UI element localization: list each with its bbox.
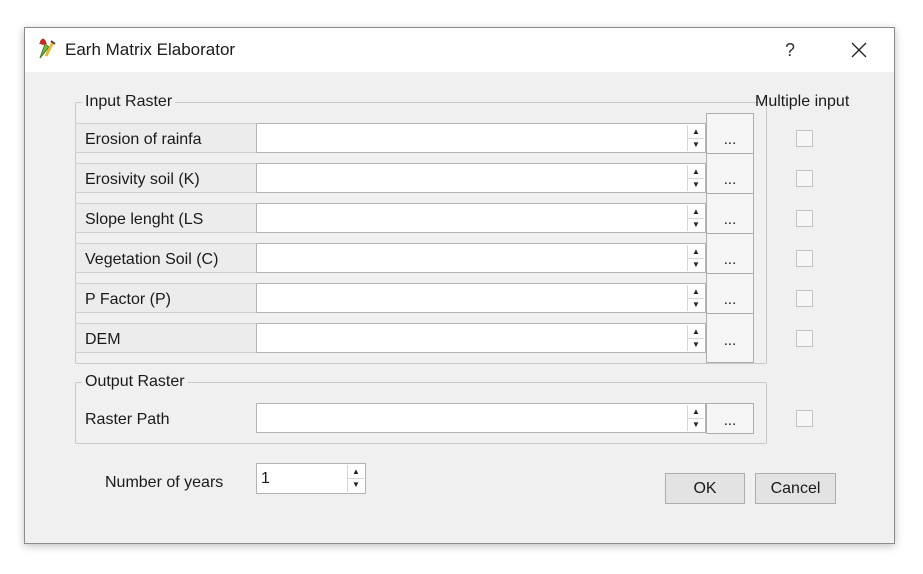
spin-down-icon[interactable]: ▼ — [688, 418, 704, 431]
input-row-label-erosion: Erosion of rainfa — [75, 123, 256, 153]
input-combo-pfactor[interactable]: ▲ ▼ — [256, 283, 706, 313]
input-raster-title: Input Raster — [82, 93, 176, 111]
raster-path-browse-button[interactable]: ... — [706, 403, 754, 434]
output-checkbox[interactable] — [796, 410, 813, 427]
spin-buttons[interactable]: ▲ ▼ — [687, 285, 704, 311]
input-row-label-erosivity: Erosivity soil (K) — [75, 163, 256, 193]
spin-buttons[interactable]: ▲ ▼ — [687, 125, 704, 151]
dialog-window: Earh Matrix Elaborator ? Input Raster Mu… — [24, 27, 895, 544]
spin-down-icon[interactable]: ▼ — [688, 178, 704, 191]
input-combo-erosion[interactable]: ▲ ▼ — [256, 123, 706, 153]
raster-path-combo[interactable]: ▲ ▼ — [256, 403, 706, 433]
spin-buttons[interactable]: ▲ ▼ — [347, 465, 364, 492]
spin-down-icon[interactable]: ▼ — [688, 258, 704, 271]
multiple-checkbox-dem[interactable] — [796, 330, 813, 347]
years-spinbox[interactable]: 1 ▲ ▼ — [256, 463, 366, 494]
spin-down-icon[interactable]: ▼ — [688, 338, 704, 351]
browse-button-slope[interactable]: ... — [706, 193, 754, 237]
spin-up-icon[interactable]: ▲ — [688, 285, 704, 299]
input-combo-erosivity[interactable]: ▲ ▼ — [256, 163, 706, 193]
input-row-label-slope: Slope lenght (LS — [75, 203, 256, 233]
spin-buttons[interactable]: ▲ ▼ — [687, 205, 704, 231]
close-icon[interactable] — [843, 34, 875, 66]
browse-button-vegetation[interactable]: ... — [706, 233, 754, 277]
ok-button[interactable]: OK — [665, 473, 745, 504]
spin-up-icon[interactable]: ▲ — [688, 325, 704, 339]
spin-up-icon[interactable]: ▲ — [688, 165, 704, 179]
spin-up-icon[interactable]: ▲ — [348, 465, 364, 479]
cancel-button[interactable]: Cancel — [755, 473, 836, 504]
spin-up-icon[interactable]: ▲ — [688, 405, 704, 419]
input-row-label-pfactor: P Factor (P) — [75, 283, 256, 313]
spin-buttons[interactable]: ▲ ▼ — [687, 325, 704, 351]
spin-up-icon[interactable]: ▲ — [688, 125, 704, 139]
spin-up-icon[interactable]: ▲ — [688, 245, 704, 259]
spin-buttons[interactable]: ▲ ▼ — [687, 405, 704, 431]
years-label: Number of years — [105, 474, 224, 491]
input-combo-slope[interactable]: ▲ ▼ — [256, 203, 706, 233]
multiple-checkbox-erosion[interactable] — [796, 130, 813, 147]
output-raster-title: Output Raster — [82, 373, 188, 391]
dialog-title: Earh Matrix Elaborator — [65, 40, 236, 59]
multiple-checkbox-vegetation[interactable] — [796, 250, 813, 267]
spin-buttons[interactable]: ▲ ▼ — [687, 165, 704, 191]
spin-down-icon[interactable]: ▼ — [688, 298, 704, 311]
raster-path-label: Raster Path — [85, 411, 170, 428]
multiple-checkbox-erosivity[interactable] — [796, 170, 813, 187]
input-row-label-vegetation: Vegetation Soil (C) — [75, 243, 256, 273]
spin-down-icon[interactable]: ▼ — [688, 218, 704, 231]
multiple-checkbox-pfactor[interactable] — [796, 290, 813, 307]
spin-down-icon[interactable]: ▼ — [688, 138, 704, 151]
spin-down-icon[interactable]: ▼ — [348, 478, 364, 491]
browse-button-erosivity[interactable]: ... — [706, 153, 754, 197]
input-combo-dem[interactable]: ▲ ▼ — [256, 323, 706, 353]
spin-buttons[interactable]: ▲ ▼ — [687, 245, 704, 271]
help-button[interactable]: ? — [777, 36, 803, 64]
input-row-label-dem: DEM — [75, 323, 256, 353]
multiple-checkbox-slope[interactable] — [796, 210, 813, 227]
title-bar: Earh Matrix Elaborator ? — [25, 28, 894, 72]
qgis-plugin-icon — [39, 38, 56, 59]
browse-button-erosion[interactable]: ... — [706, 113, 754, 157]
input-combo-vegetation[interactable]: ▲ ▼ — [256, 243, 706, 273]
multiple-input-label: Multiple input — [755, 93, 850, 110]
browse-button-pfactor[interactable]: ... — [706, 273, 754, 317]
years-value[interactable]: 1 — [261, 470, 270, 488]
spin-up-icon[interactable]: ▲ — [688, 205, 704, 219]
browse-button-dem[interactable]: ... — [706, 313, 754, 363]
